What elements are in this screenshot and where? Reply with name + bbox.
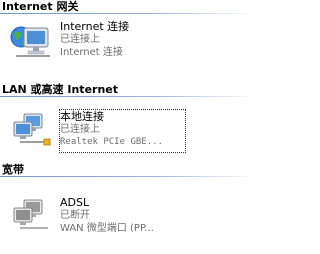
group-title: 宽带	[2, 163, 24, 176]
connection-name: 本地连接	[60, 110, 104, 123]
connection-status: 已连接上	[60, 34, 100, 45]
internet-gateway-icon	[10, 26, 50, 57]
connection-adsl[interactable]: ADSL 已断开 WAN 微型端口 (PP...	[10, 196, 185, 240]
connection-device: Realtek PCIe GBE...	[60, 137, 163, 147]
broadband-disconnected-icon	[13, 199, 48, 229]
group-divider	[0, 176, 256, 177]
group-title: LAN 或高速 Internet	[2, 83, 119, 96]
connection-texts: Internet 连接 已连接上 Internet 连接	[60, 20, 185, 62]
connection-internet-gateway[interactable]: Internet 连接 已连接上 Internet 连接	[10, 20, 185, 64]
connection-local-area[interactable]: 本地连接 已连接上 Realtek PCIe GBE...	[10, 109, 186, 154]
group-header-broadband: 宽带	[0, 163, 256, 177]
connection-name: Internet 连接	[60, 20, 130, 33]
connection-texts: 本地连接 已连接上 Realtek PCIe GBE...	[59, 109, 186, 153]
group-divider	[0, 96, 256, 97]
connection-texts: ADSL 已断开 WAN 微型端口 (PP...	[60, 196, 185, 238]
connection-device: WAN 微型端口 (PP...	[60, 223, 154, 234]
group-header-lan: LAN 或高速 Internet	[0, 83, 256, 97]
group-header-internet-gateway: Internet 网关	[0, 0, 256, 14]
lan-connection-icon	[13, 113, 51, 146]
connection-name: ADSL	[60, 196, 90, 209]
connection-status: 已断开	[60, 210, 90, 221]
connection-status: 已连接上	[60, 124, 100, 135]
group-title: Internet 网关	[2, 0, 79, 13]
group-divider	[0, 13, 256, 14]
connection-device: Internet 连接	[60, 47, 123, 58]
